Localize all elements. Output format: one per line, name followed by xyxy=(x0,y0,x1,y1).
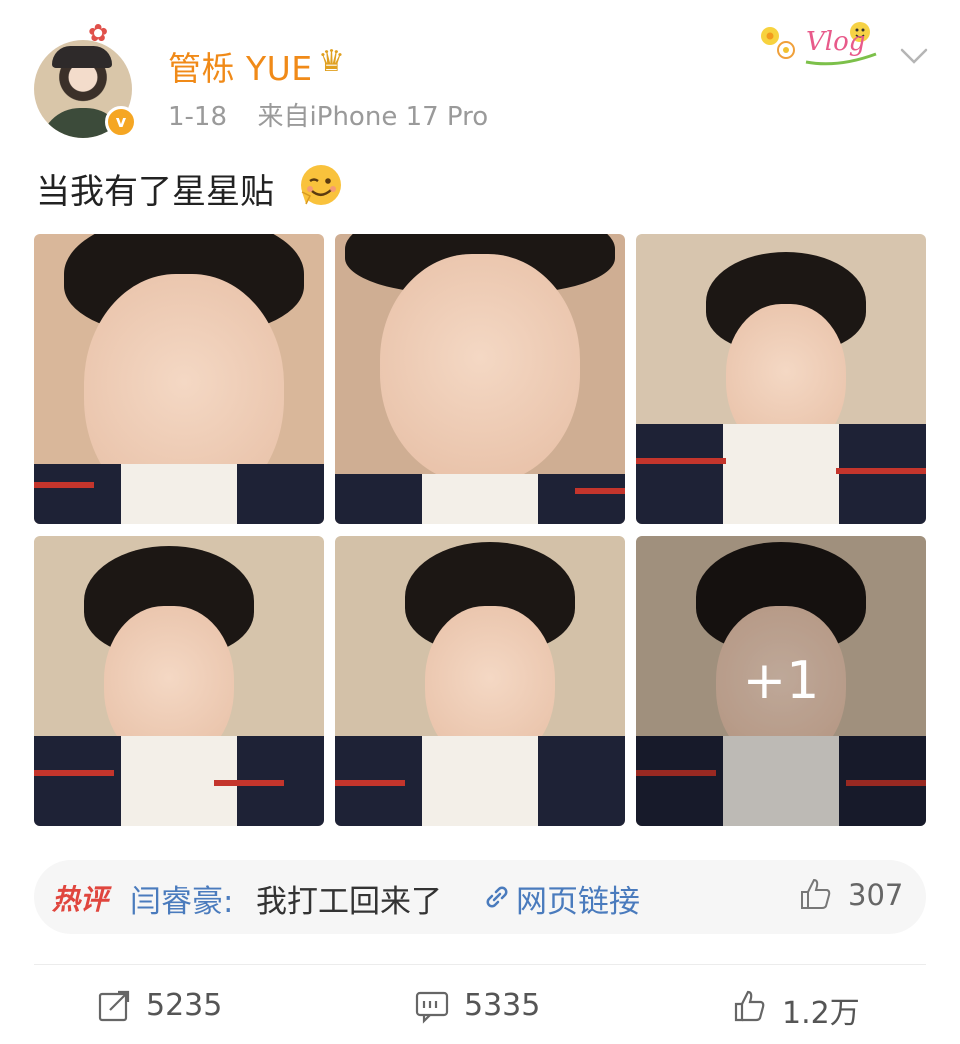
web-link[interactable]: 网页链接 xyxy=(516,876,640,921)
like-icon[interactable] xyxy=(732,988,768,1024)
repost-icon[interactable] xyxy=(96,988,132,1024)
like-count[interactable]: 1.2万 xyxy=(782,988,860,1032)
avatar-cap xyxy=(52,46,112,68)
comment-count[interactable]: 5335 xyxy=(464,988,540,1023)
post-text: 当我有了星星贴 xyxy=(36,172,274,212)
more-images-overlay[interactable]: +1 xyxy=(636,536,926,826)
repost-count[interactable]: 5235 xyxy=(146,988,222,1023)
vlog-text: Vlog xyxy=(806,27,865,57)
post-source: 来自iPhone 17 Pro xyxy=(257,102,489,132)
hot-comment-user[interactable]: 闫睿豪: xyxy=(130,876,233,921)
photo-5[interactable] xyxy=(335,536,625,826)
hot-comment-text: 我打工回来了 xyxy=(256,884,442,920)
hot-comment-like-count: 307 xyxy=(848,878,904,912)
divider xyxy=(34,964,926,965)
photo-2[interactable] xyxy=(335,234,625,524)
chevron-down-icon[interactable] xyxy=(896,38,932,74)
vlog-decoration: Vlog xyxy=(761,22,877,66)
wink-emoji-icon xyxy=(301,165,341,205)
camera-sticker-icon: ✿ xyxy=(88,19,109,47)
verified-badge: v xyxy=(105,106,137,138)
photo-1[interactable] xyxy=(34,234,324,524)
photo-6[interactable]: +1 xyxy=(636,536,926,826)
crown-icon: ♛ xyxy=(318,44,345,79)
photo-3[interactable] xyxy=(636,234,926,524)
post-meta: 1-18 来自iPhone 17 Pro xyxy=(168,96,488,133)
thumbs-up-icon[interactable] xyxy=(798,876,834,912)
username[interactable]: 管栎 YUE xyxy=(168,42,313,90)
comment-icon[interactable] xyxy=(414,988,450,1024)
link-icon xyxy=(486,886,508,908)
post-date: 1-18 xyxy=(168,102,228,132)
hot-comment-tag: 热评 xyxy=(52,883,109,916)
photo-4[interactable] xyxy=(34,536,324,826)
